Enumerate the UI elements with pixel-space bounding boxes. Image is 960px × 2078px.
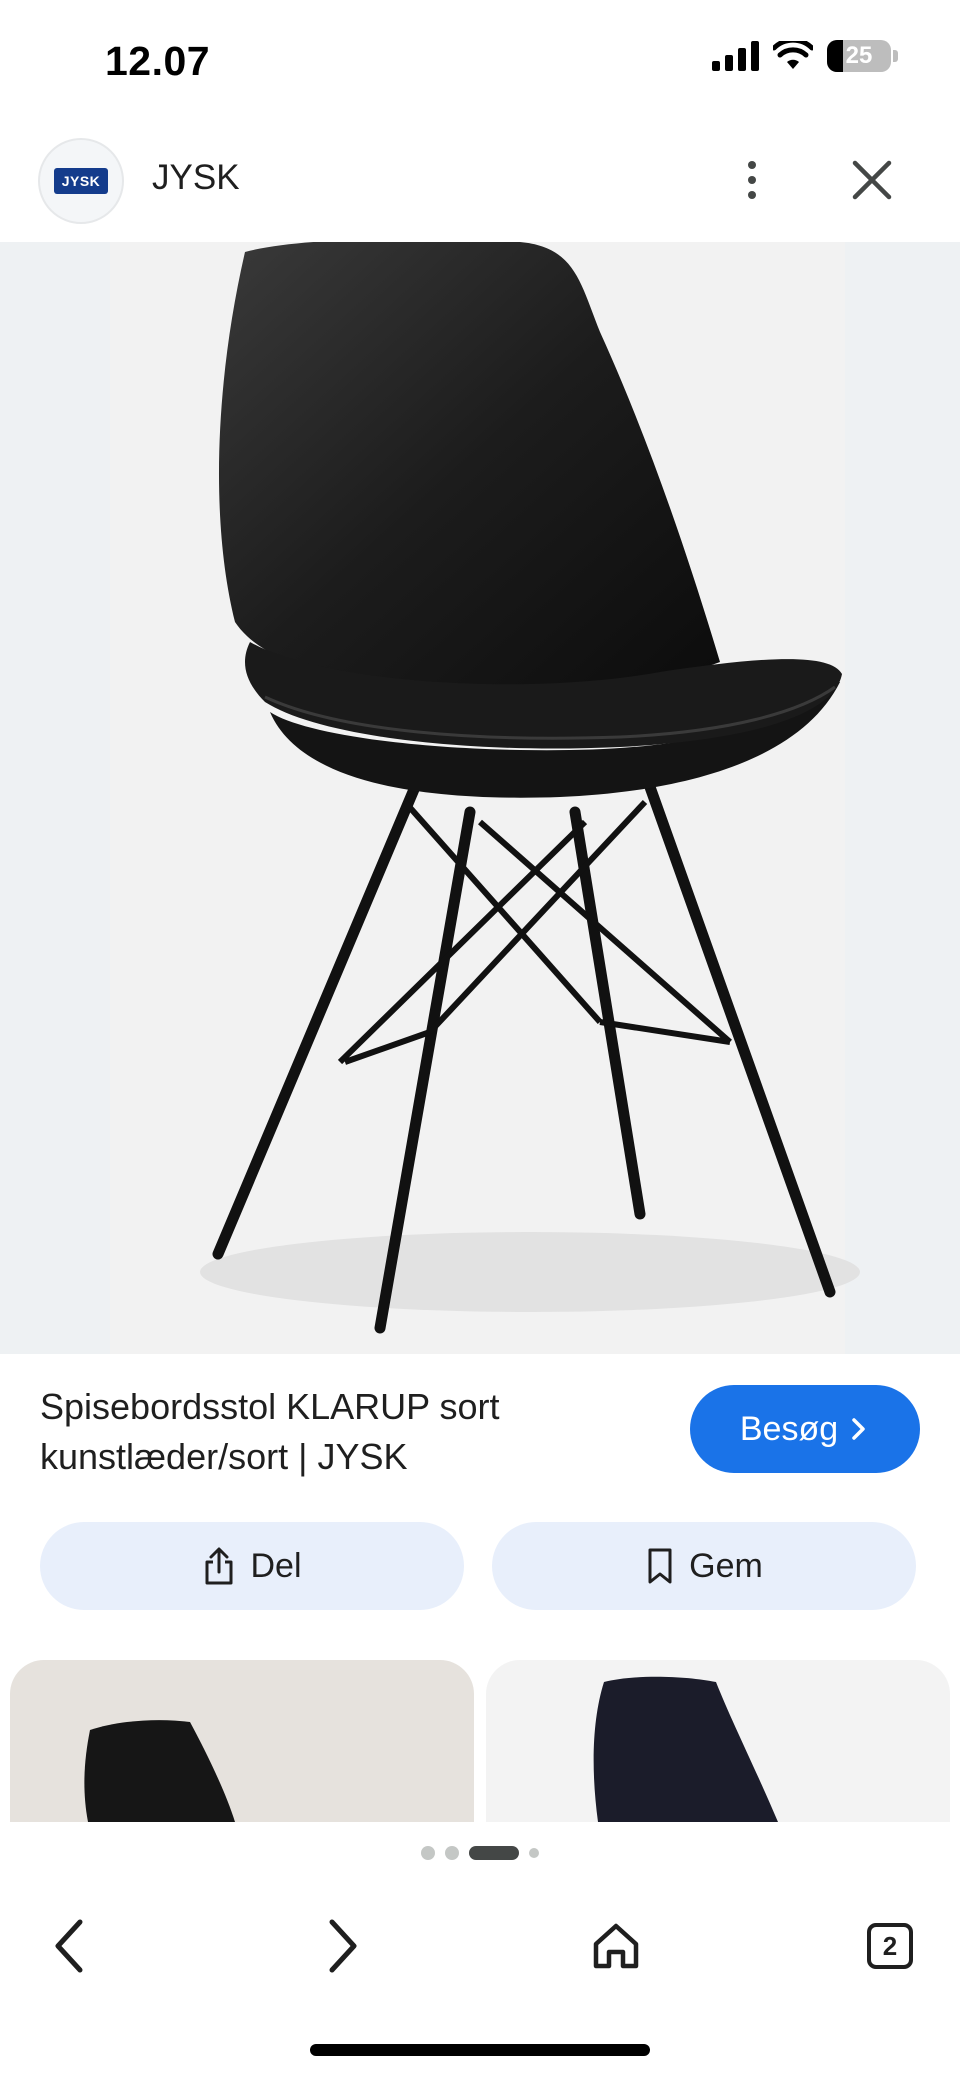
status-time: 12.07: [105, 38, 211, 84]
battery-icon: 25: [827, 40, 891, 72]
home-indicator: [310, 2044, 650, 2056]
lens-result-page: 12.07 25 JYSK JYSK Spisebordsstol KLARUP…: [0, 0, 960, 2078]
battery-tip: [893, 50, 898, 62]
chair-product-image: [200, 242, 860, 1334]
related-result-card[interactable]: [10, 1660, 474, 1822]
share-icon: [205, 1547, 233, 1585]
home-button[interactable]: [576, 1906, 656, 1986]
more-vertical-icon: [748, 161, 756, 169]
pager-dot: [445, 1846, 459, 1860]
cellular-signal-icon: [712, 41, 759, 71]
pager-dot: [529, 1848, 539, 1858]
tabs-icon: 2: [867, 1923, 913, 1969]
forward-arrow-icon: [329, 1919, 357, 1973]
chevron-right-icon: [852, 1418, 865, 1440]
save-button[interactable]: Gem: [492, 1522, 916, 1610]
close-button[interactable]: [846, 152, 898, 208]
product-image[interactable]: [0, 242, 960, 1354]
battery-level: 25: [845, 42, 873, 69]
site-logo[interactable]: JYSK: [38, 138, 124, 224]
more-options-button[interactable]: [730, 148, 774, 212]
pager-dot: [421, 1846, 435, 1860]
visit-button-label: Besøg: [739, 1409, 839, 1448]
image-pager: [0, 1822, 960, 1884]
back-arrow-icon: [55, 1919, 83, 1973]
status-icons: 25: [712, 40, 898, 72]
forward-button[interactable]: [302, 1906, 382, 1986]
close-icon: [852, 160, 892, 200]
wifi-icon: [773, 41, 813, 69]
related-result-card[interactable]: [486, 1660, 950, 1822]
visit-button[interactable]: Besøg: [690, 1385, 920, 1473]
bookmark-icon: [648, 1548, 672, 1584]
share-button-label: Del: [250, 1546, 302, 1585]
result-header: JYSK JYSK: [0, 130, 960, 242]
browser-bottom-bar: 2: [0, 1884, 960, 2014]
product-title[interactable]: Spisebordsstol KLARUP sort kunstlæder/so…: [40, 1382, 600, 1482]
save-button-label: Gem: [689, 1546, 763, 1585]
site-name[interactable]: JYSK: [152, 158, 240, 198]
related-chair-thumbnail: [84, 1720, 235, 1822]
share-button[interactable]: Del: [40, 1522, 464, 1610]
related-chair-thumbnail: [593, 1676, 778, 1822]
status-bar: 12.07 25: [0, 0, 960, 120]
tabs-button[interactable]: 2: [850, 1906, 930, 1986]
pager-dot-active: [469, 1846, 519, 1860]
home-icon: [593, 1923, 639, 1969]
back-button[interactable]: [30, 1906, 110, 1986]
site-logo-text: JYSK: [54, 168, 108, 194]
